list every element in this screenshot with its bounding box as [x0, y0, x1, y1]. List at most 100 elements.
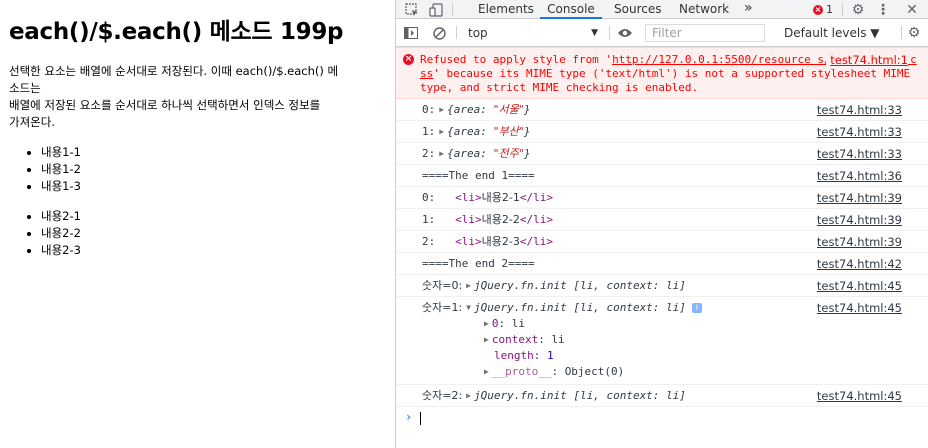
log-index: 2:: [422, 235, 436, 248]
error-text: Refused to apply style from ': [420, 53, 613, 66]
console-log-row: 2: <li>내용2-3</li> test74.html:39: [396, 231, 928, 253]
object-value: "서울": [493, 103, 524, 116]
more-tabs-button[interactable]: »: [744, 0, 753, 19]
list-item: 내용1-3: [41, 178, 386, 195]
expand-arrow-icon[interactable]: ▶: [484, 332, 489, 348]
tab-console[interactable]: Console: [540, 0, 602, 19]
source-link[interactable]: test74.html:45: [817, 279, 902, 293]
close-icon[interactable]: ✕: [904, 1, 920, 18]
prompt-chevron-icon: ›: [405, 410, 413, 424]
source-link[interactable]: test74.html:1: [826, 53, 908, 67]
collapse-arrow-icon[interactable]: ▼: [466, 301, 471, 315]
object-key: area: [453, 125, 481, 138]
device-icon[interactable]: [428, 1, 444, 18]
devtools-panel: Elements Console Sources Network » × 1 ⚙…: [395, 0, 928, 448]
jquery-object: jQuery.fn.init [li, context: li]: [474, 279, 686, 292]
console-log-row: 0: <li>내용2-1</li> test74.html:39: [396, 187, 928, 209]
list-item: 내용2-2: [41, 225, 386, 242]
log-label: 숫자=2:: [422, 389, 463, 402]
description-line: 배열에 저장된 요소를 순서대로 하나씩 선택하면서 인덱스 정보를: [9, 98, 321, 112]
expand-arrow-icon[interactable]: ▶: [466, 389, 471, 403]
object-property[interactable]: ▶ 0: li: [396, 316, 928, 332]
context-value: top: [468, 26, 488, 40]
console-log-row: 숫자=2: ▶ jQuery.fn.init [li, context: li] t…: [396, 385, 928, 407]
source-link[interactable]: test74.html:33: [817, 147, 902, 161]
element-content: 내용2-2: [481, 213, 520, 226]
log-label: 숫자=0:: [422, 279, 463, 292]
object-value: "부산": [493, 125, 524, 138]
more-icon[interactable]: ⋮: [876, 1, 890, 18]
description-line: 소드는: [9, 81, 41, 95]
info-badge-icon[interactable]: i: [691, 303, 702, 313]
source-link[interactable]: test74.html:45: [817, 301, 902, 315]
object-value: "전주": [493, 147, 524, 160]
source-link[interactable]: test74.html:33: [817, 125, 902, 139]
source-link[interactable]: test74.html:39: [817, 213, 902, 227]
expand-arrow-icon[interactable]: ▶: [439, 125, 444, 139]
error-icon: ×: [403, 54, 414, 65]
toolbar-separator: [452, 3, 453, 16]
expand-arrow-icon[interactable]: ▶: [439, 147, 444, 161]
console-settings-gear-icon[interactable]: ⚙: [906, 24, 922, 42]
console-prompt[interactable]: ›: [396, 407, 928, 429]
element-content: 내용2-3: [481, 235, 520, 248]
object-property[interactable]: ▶ __proto__: Object(0): [396, 364, 928, 380]
log-index: 0:: [422, 191, 436, 204]
log-label: 숫자=1:: [422, 301, 463, 314]
eye-icon[interactable]: [616, 24, 634, 42]
log-index: 1:: [422, 125, 436, 138]
inspect-icon[interactable]: [404, 1, 420, 18]
console-output: × Refused to apply style from 'http://12…: [396, 47, 928, 429]
console-log-row: 2: ▶ {area: "전주"} test74.html:33: [396, 143, 928, 165]
error-icon: ×: [813, 4, 823, 15]
source-link[interactable]: test74.html:36: [817, 169, 902, 183]
toolbar-separator: [456, 26, 457, 39]
source-link[interactable]: test74.html:42: [817, 257, 902, 271]
list-1: 내용1-1 내용1-2 내용1-3: [9, 144, 386, 195]
clear-icon[interactable]: [431, 24, 447, 42]
error-text: ' because its MIME type ('text/html') is…: [420, 67, 911, 94]
page-description: 선택한 요소는 배열에 순서대로 저장된다. 이때 each()/$.each(…: [9, 63, 386, 131]
jquery-object: jQuery.fn.init [li, context: li]: [474, 301, 686, 314]
context-selector[interactable]: top ▼: [464, 24, 604, 42]
object-key: area: [453, 103, 481, 116]
expand-arrow-icon[interactable]: ▶: [484, 364, 489, 380]
log-index: 2:: [422, 147, 436, 160]
console-log-row: 0: ▶ {area: "서울"} test74.html:33: [396, 99, 928, 121]
expand-arrow-icon[interactable]: ▶: [439, 103, 444, 117]
log-index: 0:: [422, 103, 436, 116]
jquery-object: jQuery.fn.init [li, context: li]: [474, 389, 686, 402]
page-title: each()/$.each() 메소드 199p: [9, 19, 344, 45]
devtools-tabbar: Elements Console Sources Network » × 1 ⚙…: [396, 0, 928, 19]
console-toolbar: top ▼ Default levels ▼ ⚙: [396, 19, 928, 47]
source-link[interactable]: test74.html:33: [817, 103, 902, 117]
tab-network[interactable]: Network: [679, 0, 729, 19]
list-item: 내용1-2: [41, 161, 386, 178]
error-counter[interactable]: × 1: [810, 1, 836, 18]
gear-icon[interactable]: ⚙: [850, 1, 866, 18]
object-key: area: [453, 147, 481, 160]
filter-input[interactable]: [645, 24, 765, 42]
object-property: length: 1: [494, 349, 554, 362]
console-log-row: 숫자=0: ▶ jQuery.fn.init [li, context: li] t…: [396, 275, 928, 297]
console-log-row: 1: ▶ {area: "부산"} test74.html:33: [396, 121, 928, 143]
sidebar-icon[interactable]: [403, 24, 419, 42]
tab-sources[interactable]: Sources: [614, 0, 661, 19]
source-link[interactable]: test74.html:45: [817, 389, 902, 403]
console-log-row: ====The end 1==== test74.html:36: [396, 165, 928, 187]
description-line: 선택한 요소는 배열에 순서대로 저장된다. 이때 each()/$.each(…: [9, 64, 339, 78]
description-line: 가져온다.: [9, 115, 55, 129]
tab-elements[interactable]: Elements: [478, 0, 534, 19]
log-levels-dropdown[interactable]: Default levels ▼: [784, 24, 880, 42]
element-content: 내용2-1: [481, 191, 520, 204]
expand-arrow-icon[interactable]: ▶: [466, 279, 471, 293]
source-link[interactable]: test74.html:39: [817, 235, 902, 249]
console-error-message: × Refused to apply style from 'http://12…: [396, 47, 928, 99]
web-page: each()/$.each() 메소드 199p 선택한 요소는 배열에 순서대…: [0, 0, 395, 448]
list-2: 내용2-1 내용2-2 내용2-3: [9, 208, 386, 259]
log-index: 1:: [422, 213, 436, 226]
object-property[interactable]: ▶ context: li: [396, 332, 928, 348]
list-item: 내용2-3: [41, 242, 386, 259]
source-link[interactable]: test74.html:39: [817, 191, 902, 205]
expand-arrow-icon[interactable]: ▶: [484, 316, 489, 332]
